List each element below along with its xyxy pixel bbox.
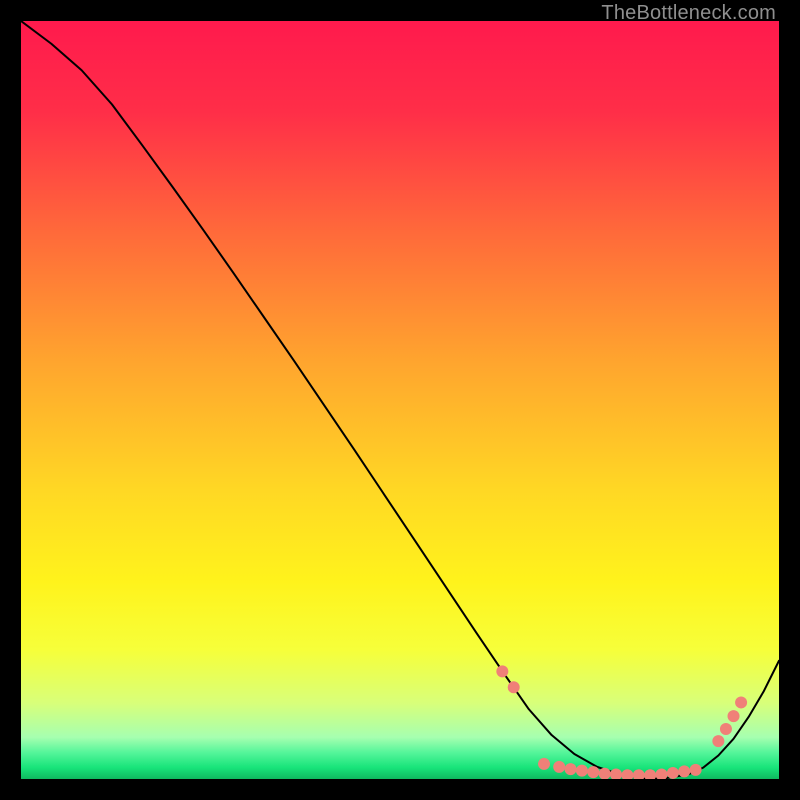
data-marker (538, 758, 550, 770)
data-marker (720, 723, 732, 735)
data-marker (576, 765, 588, 777)
data-marker (553, 761, 565, 773)
data-marker (667, 767, 679, 779)
data-marker (508, 681, 520, 693)
data-marker (587, 766, 599, 778)
data-marker (728, 710, 740, 722)
data-marker (690, 764, 702, 776)
chart-frame: TheBottleneck.com (0, 0, 800, 800)
chart-plot (21, 21, 779, 779)
data-marker (735, 696, 747, 708)
data-marker (678, 765, 690, 777)
data-marker (565, 763, 577, 775)
data-marker (496, 665, 508, 677)
data-marker (712, 735, 724, 747)
